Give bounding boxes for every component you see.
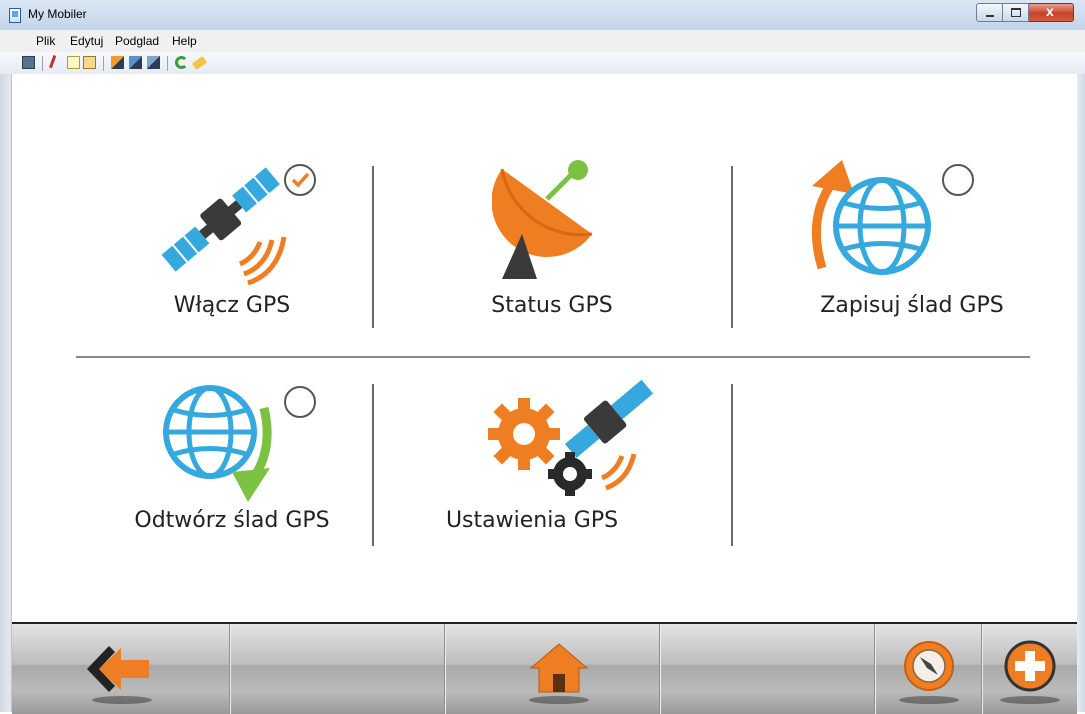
bottom-nav-bar: [12, 622, 1077, 714]
menu-podglad[interactable]: Podglad: [115, 34, 159, 48]
home-icon: [529, 643, 589, 693]
device-screen: Włącz GPS Status GPS Zapisuj ślad GPS Od…: [12, 74, 1077, 622]
shadow: [92, 696, 152, 704]
tile-label: Ustawienia GPS: [445, 508, 619, 533]
tile-label: Zapisuj ślad GPS: [820, 293, 1004, 318]
globe-upload-icon: [811, 160, 931, 275]
divider: [731, 166, 733, 328]
minimize-button[interactable]: [976, 3, 1003, 22]
row-divider: [76, 356, 1030, 358]
window-title: My Mobiler: [28, 7, 87, 21]
window-controls: [976, 3, 1074, 23]
tile-replay-track[interactable]: Odtwórz ślad GPS: [72, 376, 392, 576]
add-icon: [1004, 640, 1056, 692]
back-button[interactable]: [62, 624, 182, 714]
settings-gears-icon: [488, 379, 654, 496]
divider: [372, 166, 374, 328]
title-bar: My Mobiler: [0, 0, 1085, 31]
compass-button[interactable]: [869, 624, 989, 714]
nav-separator: [230, 624, 231, 714]
device-icon[interactable]: [22, 56, 35, 69]
home-button[interactable]: [499, 624, 619, 714]
toolbar-separator: [42, 56, 43, 71]
toolbar-separator: [103, 56, 104, 71]
screen2-icon[interactable]: [129, 56, 142, 69]
back-arrow-icon: [87, 646, 149, 692]
divider: [731, 384, 733, 546]
menu-bar: [0, 30, 1085, 52]
refresh-icon[interactable]: [175, 56, 188, 69]
right-frame: [1077, 74, 1085, 712]
menu-edytuj[interactable]: Edytuj: [70, 34, 103, 48]
toolbar: [0, 52, 1085, 75]
tile-record-track[interactable]: Zapisuj ślad GPS: [752, 154, 1072, 354]
shadow: [1000, 696, 1060, 704]
toolbar-separator: [167, 56, 168, 71]
globe-download-icon: [163, 385, 272, 502]
record-track-checkbox[interactable]: [942, 164, 974, 196]
paste-icon[interactable]: [83, 56, 96, 69]
maximize-button[interactable]: [1003, 3, 1029, 22]
check-icon: [291, 172, 310, 188]
tile-enable-gps[interactable]: Włącz GPS: [72, 154, 392, 354]
nav-separator: [660, 624, 661, 714]
app-window: My Mobiler Plik Edytuj Podglad Help: [0, 0, 1085, 714]
shadow: [899, 696, 959, 704]
shadow: [529, 696, 589, 704]
replay-track-checkbox[interactable]: [284, 386, 316, 418]
satellite-icon: [161, 167, 287, 286]
screen3-icon[interactable]: [147, 56, 160, 69]
tile-status-gps[interactable]: Status GPS: [392, 154, 712, 354]
close-button[interactable]: [1029, 3, 1074, 22]
enable-gps-checkbox[interactable]: [284, 164, 316, 196]
tile-label: Włącz GPS: [173, 293, 291, 318]
screen1-icon[interactable]: [111, 56, 124, 69]
add-button[interactable]: [980, 624, 1080, 714]
left-frame: [0, 74, 12, 712]
nav-separator: [445, 624, 446, 714]
compass-icon: [904, 641, 954, 691]
menu-plik[interactable]: Plik: [36, 34, 55, 48]
satellite-dish-icon: [492, 160, 593, 279]
tile-label: Odtwórz ślad GPS: [134, 508, 330, 533]
app-icon: [9, 8, 21, 23]
tile-label: Status GPS: [491, 293, 613, 318]
copy-icon[interactable]: [67, 56, 80, 69]
menu-help[interactable]: Help: [172, 34, 197, 48]
tile-gps-settings[interactable]: Ustawienia GPS: [392, 376, 712, 576]
